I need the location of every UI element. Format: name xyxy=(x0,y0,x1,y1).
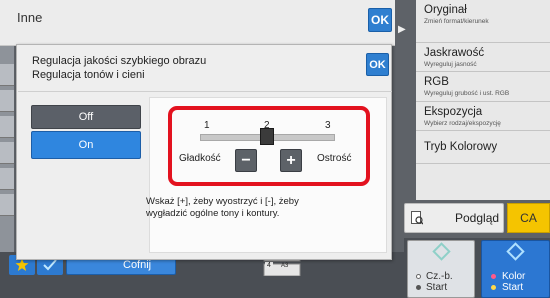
indicator-dot-icon xyxy=(416,285,421,290)
setting-subtitle: Wyreguluj jasność xyxy=(424,61,477,68)
preview-button[interactable]: Podgląd xyxy=(404,203,504,233)
start-bw-line: Cz.-b. xyxy=(426,271,453,282)
setting-title: RGB xyxy=(424,76,449,88)
dialog-subtitle-line: Regulacja tonów i cieni xyxy=(32,69,145,81)
left-tab[interactable] xyxy=(0,64,14,86)
setting-brightness[interactable]: Jaskrawość Wyreguluj jasność xyxy=(416,43,550,72)
slider-tick-label: 1 xyxy=(204,120,210,131)
dialog-title: Regulacja jakości szybkiego obrazu Regul… xyxy=(32,54,206,82)
setting-exposure[interactable]: Ekspozycja Wybierz rodzaj/ekspozycję xyxy=(416,102,550,131)
left-tab[interactable] xyxy=(0,116,14,138)
start-bw-button[interactable]: Cz.-b. Start xyxy=(407,240,475,298)
setting-color-mode[interactable]: Tryb Kolorowy xyxy=(416,131,550,164)
tray-paper-size: A3 xyxy=(281,263,289,269)
star-icon xyxy=(15,258,29,271)
setting-title: Jaskrawość xyxy=(424,47,485,59)
setting-original[interactable]: Oryginał Zmień format/kierunek xyxy=(416,0,550,43)
off-toggle-button[interactable]: Off xyxy=(31,105,141,129)
clear-all-button[interactable]: CA xyxy=(507,203,550,233)
start-bw-line: Start xyxy=(426,282,448,293)
base-ok-button[interactable]: OK xyxy=(368,8,392,32)
left-tab[interactable] xyxy=(0,168,14,190)
start-diamond-icon xyxy=(432,242,451,261)
preview-label: Podgląd xyxy=(455,211,500,225)
left-tab-strip xyxy=(0,46,14,270)
sharpness-slider-knob[interactable] xyxy=(260,128,274,145)
instruction-text: Wskaż [+], żeby wyostrzyć i [-], żeby wy… xyxy=(146,196,366,220)
left-tab[interactable] xyxy=(0,90,14,112)
start-color-line: Start xyxy=(502,282,524,293)
expand-arrow-icon[interactable]: ▶ xyxy=(398,24,406,35)
sharpness-label: Ostrość xyxy=(317,153,352,164)
indicator-dot-icon xyxy=(491,285,496,290)
base-screen-title: Inne xyxy=(17,10,43,25)
start-diamond-icon xyxy=(506,242,525,261)
settings-panel: Oryginał Zmień format/kierunek Jaskrawoś… xyxy=(416,0,550,200)
on-toggle-button[interactable]: On xyxy=(31,131,141,159)
left-tab[interactable] xyxy=(0,142,14,164)
highlight-frame xyxy=(168,106,370,186)
left-tab[interactable] xyxy=(0,194,14,216)
slider-tick-label: 3 xyxy=(325,120,331,131)
dialog-ok-button[interactable]: OK xyxy=(366,53,389,76)
setting-title: Ekspozycja xyxy=(424,106,483,118)
start-bw-label: Cz.-b. Start xyxy=(426,271,453,293)
setting-title: Tryb Kolorowy xyxy=(424,141,498,153)
setting-subtitle: Wyreguluj grubość i ust. RGB xyxy=(424,90,510,97)
setting-subtitle: Zmień format/kierunek xyxy=(424,18,489,25)
start-color-line: Kolor xyxy=(502,271,526,282)
setting-subtitle: Wybierz rodzaj/ekspozycję xyxy=(424,120,501,127)
setting-title: Oryginał xyxy=(424,4,467,16)
smoothness-label: Gładkość xyxy=(179,153,221,164)
setting-rgb[interactable]: RGB Wyreguluj grubość i ust. RGB xyxy=(416,72,550,102)
indicator-dot-icon xyxy=(416,274,421,279)
decrease-button[interactable]: − xyxy=(235,149,257,172)
increase-button[interactable]: + xyxy=(280,149,302,172)
undo-label: Cofnij xyxy=(123,259,152,271)
tray-number: 4 xyxy=(265,262,273,269)
instruction-line: wygładzić ogólne tony i kontury. xyxy=(146,208,280,219)
start-color-button[interactable]: Kolor Start xyxy=(481,240,550,298)
instruction-line: Wskaż [+], żeby wyostrzyć i [-], żeby xyxy=(146,196,299,207)
start-color-label: Kolor Start xyxy=(502,271,525,293)
checkmark-icon xyxy=(43,259,57,271)
dialog-title-line: Regulacja jakości szybkiego obrazu xyxy=(32,55,207,67)
preview-icon xyxy=(411,211,423,225)
indicator-dot-icon xyxy=(491,274,496,279)
base-title-bar xyxy=(0,0,395,46)
dialog-divider xyxy=(18,91,392,92)
